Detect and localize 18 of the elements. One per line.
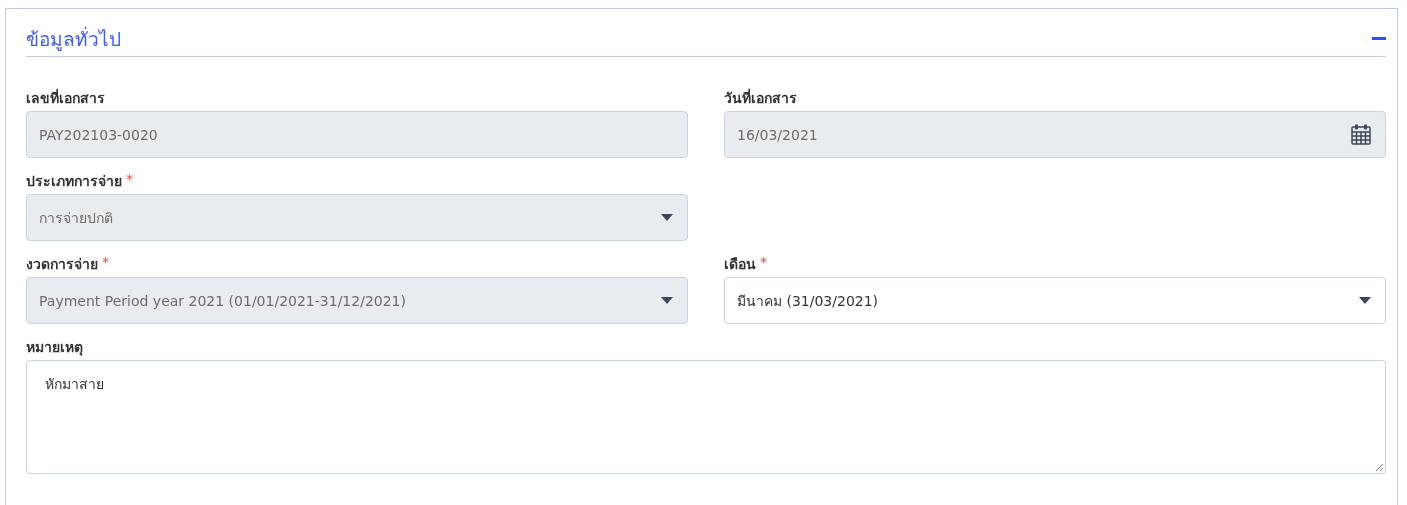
minus-icon: [1372, 37, 1386, 40]
caret-icon: [661, 297, 673, 304]
resize-handle-icon[interactable]: [1375, 463, 1383, 471]
required-mark: *: [760, 255, 767, 269]
required-mark: *: [102, 255, 109, 269]
field-label: เดือน: [724, 255, 756, 273]
text-area[interactable]: หักมาสาย: [26, 360, 1386, 474]
field-label: เลขที่เอกสาร: [26, 89, 105, 107]
caret-icon: [661, 214, 673, 221]
panel-title: ข้อมูลทั่วไป: [26, 25, 121, 53]
field-label: ประเภทการจ่าย: [26, 172, 122, 190]
calendar-icon: [1351, 124, 1371, 145]
field-label: วันที่เอกสาร: [724, 89, 797, 107]
caret-icon: [1359, 297, 1371, 304]
field-label: งวดการจ่าย: [26, 255, 98, 273]
field-label: หมายเหตุ: [26, 338, 83, 356]
required-mark: *: [126, 172, 133, 186]
dropdown-field[interactable]: มีนาคม (31/03/2021): [724, 277, 1386, 324]
